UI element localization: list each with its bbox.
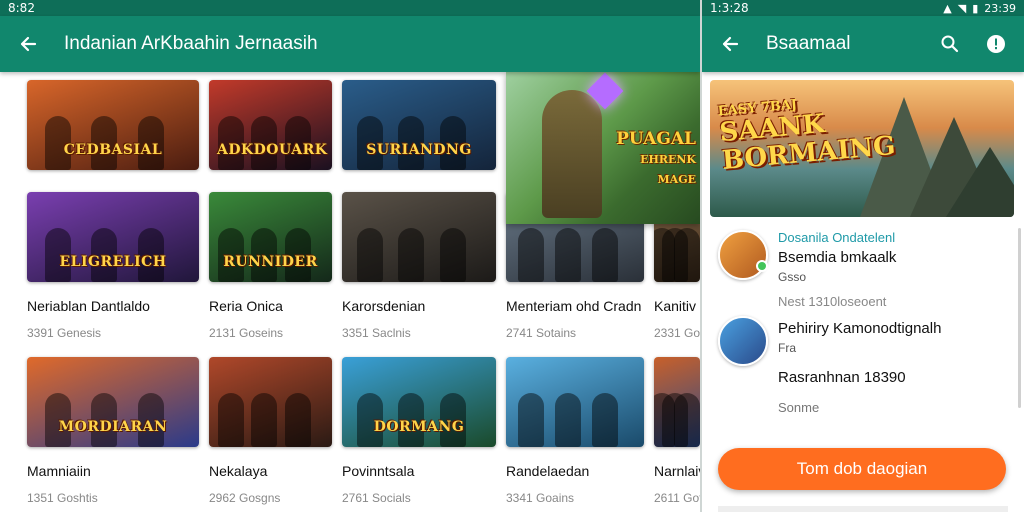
item-title: Bsemdia bmkaalk — [778, 249, 897, 266]
game-meta: 3351 Saclnis — [342, 326, 411, 340]
app-bar: Bsaamaal — [702, 16, 1024, 72]
featured-game-card[interactable]: PUAGAL EHRENK MAGE — [506, 72, 700, 224]
game-title: Kanitiv — [654, 298, 697, 314]
game-thumbnail: ELIGRELICH — [27, 192, 199, 282]
signal-icon: ▲ — [943, 1, 952, 15]
game-title: Menteriam ohd Cradn — [506, 298, 642, 314]
info-icon[interactable] — [984, 32, 1008, 56]
game-title: Nekalaya — [209, 463, 268, 479]
banner-logo: EASY 7BAJ SAANK BORMAING — [717, 97, 897, 176]
game-title: Neriablan Dantlaldo — [27, 298, 150, 314]
game-card[interactable]: Karorsdenian 3351 Saclnis — [342, 192, 514, 340]
status-bar: 8:82 — [0, 0, 700, 16]
item-line: Rasranhnan 18390 — [778, 369, 906, 386]
hero-figure — [542, 90, 602, 218]
right-screen: 1:3:28 ▲ ◥ ▮ 23:39 Bsaamaal EASY 7BAJ SA… — [702, 0, 1024, 512]
game-logo: ELIGRELICH — [59, 254, 167, 270]
game-card[interactable]: Randelaedan 3341 Goains — [506, 357, 678, 505]
game-thumbnail — [209, 357, 332, 447]
game-logo: SURIANDNG — [366, 142, 472, 158]
app-bar: Indanian ArKbaahin Jernaasih — [0, 16, 700, 72]
game-thumbnail: CEDBASIAL — [27, 80, 199, 170]
game-meta: 1351 Goshtis — [27, 491, 98, 505]
game-title: Reria Onica — [209, 298, 283, 314]
status-time: 8:82 — [8, 1, 35, 15]
status-clock: 23:39 — [984, 1, 1016, 15]
avatar — [718, 230, 768, 280]
game-thumbnail — [654, 357, 700, 447]
game-logo: RUNNIDER — [223, 254, 318, 270]
game-title: Povinntsala — [342, 463, 415, 479]
scrollbar[interactable] — [1018, 228, 1021, 408]
game-logo: ADKDOUARK — [217, 142, 328, 158]
game-logo: MORDIARAN — [58, 419, 168, 435]
left-screen: 8:82 Indanian ArKbaahin Jernaasih PUAGAL… — [0, 0, 700, 512]
game-thumbnail: RUNNIDER — [209, 192, 332, 282]
wifi-icon: ◥ — [957, 1, 967, 15]
game-card[interactable]: MORDIARAN Mamniaiin 1351 Goshtis — [27, 357, 199, 505]
game-card[interactable]: Narnlaiv 2611 Gotsis — [654, 357, 700, 505]
list-item[interactable]: Dosanila Ondatelenl Bsemdia bmkaalk Gsso… — [718, 230, 1008, 309]
back-arrow-icon[interactable] — [718, 32, 742, 56]
mountain-shape — [946, 147, 1014, 217]
game-meta: 3391 Genesis — [27, 326, 102, 340]
item-meta: Nest 1310loseoent — [778, 294, 887, 309]
game-meta: 2611 Gotsis — [654, 491, 700, 505]
game-meta: 3341 Goains — [506, 491, 575, 505]
status-time: 1:3:28 — [710, 1, 749, 15]
page-title: Indanian ArKbaahin Jernaasih — [64, 33, 318, 54]
avatar — [718, 316, 768, 366]
game-logo: DORMANG — [373, 419, 465, 435]
battery-icon: ▮ — [972, 1, 979, 15]
game-meta: 2761 Socials — [342, 491, 411, 505]
list-item[interactable]: Pehiriry Kamonodtignalh Fra Rasranhnan 1… — [718, 316, 1008, 415]
game-meta: 2331 Gotali — [654, 326, 700, 340]
game-meta: 2741 Sotains — [506, 326, 577, 340]
status-bar: 1:3:28 ▲ ◥ ▮ 23:39 — [702, 0, 1024, 16]
back-arrow-icon[interactable] — [16, 32, 40, 56]
game-card[interactable]: ELIGRELICH Neriablan Dantlaldo 3391 Genesi… — [27, 192, 199, 340]
game-thumbnail: ADKDOUARK — [209, 80, 332, 170]
game-card[interactable]: SURIANDNG — [342, 80, 514, 170]
game-title: Randelaedan — [506, 463, 590, 479]
game-thumbnail: MORDIARAN — [27, 357, 199, 447]
game-thumbnail: DORMANG — [342, 357, 496, 447]
online-badge — [756, 260, 768, 272]
promo-banner[interactable]: EASY 7BAJ SAANK BORMAING — [710, 80, 1014, 217]
primary-action-button[interactable]: Tom dob daogian — [718, 448, 1006, 490]
featured-logo: PUAGAL EHRENK MAGE — [616, 129, 696, 187]
game-title: Narnlaiv — [654, 463, 700, 479]
item-overline: Dosanila Ondatelenl — [778, 230, 896, 245]
game-card[interactable]: CEDBASIAL — [27, 80, 199, 170]
status-icons: ▲ ◥ ▮ 23:39 — [943, 2, 1016, 15]
game-card[interactable]: DORMANG Povinntsala 2761 Socials — [342, 357, 514, 505]
game-thumbnail — [342, 192, 496, 282]
page-title: Bsaamaal — [766, 33, 851, 54]
item-title: Pehiriry Kamonodtignalh — [778, 320, 942, 337]
search-icon[interactable] — [938, 32, 962, 56]
game-title: Mamniaiin — [27, 463, 91, 479]
item-subtitle: Fra — [778, 341, 796, 355]
game-logo: CEDBASIAL — [63, 142, 163, 158]
item-subtitle: Gsso — [778, 270, 807, 284]
game-title: Karorsdenian — [342, 298, 426, 314]
bottom-sheet-edge — [718, 506, 1008, 512]
item-footer: Sonme — [778, 400, 820, 415]
game-thumbnail: SURIANDNG — [342, 80, 496, 170]
game-thumbnail — [506, 357, 644, 447]
game-grid: PUAGAL EHRENK MAGE CEDBASIAL ADKDOUARK SUR… — [0, 72, 700, 512]
